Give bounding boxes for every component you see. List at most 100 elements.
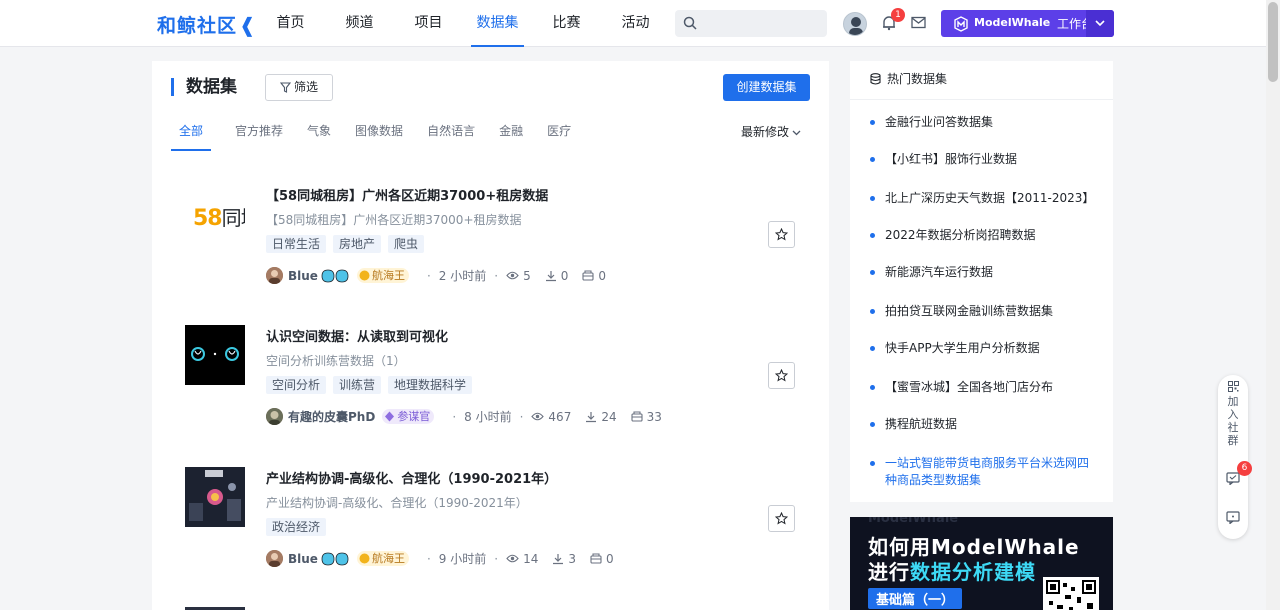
hot-dataset-link[interactable]: 携程航班数据 — [870, 416, 1095, 433]
scrollbar-thumb[interactable] — [1268, 2, 1278, 82]
banner-subheadline-prefix: 进行 — [868, 560, 910, 584]
user-rank-badge: 参谋官 — [382, 409, 435, 424]
user-rank-badge: 航海王 — [356, 551, 409, 566]
dataset-tag[interactable]: 空间分析 — [266, 376, 327, 394]
author-name[interactable]: Blue — [288, 269, 318, 283]
banner-subheadline-highlight: 数据分析建模 — [910, 560, 1036, 584]
tab-finance[interactable]: 金融 — [499, 119, 523, 151]
eye-icon — [506, 554, 519, 563]
modelwhale-separator: · — [1045, 14, 1049, 28]
dataset-tag[interactable]: 爬虫 — [388, 235, 425, 253]
page-scrollbar[interactable] — [1266, 0, 1280, 610]
filter-icon — [279, 82, 292, 93]
dataset-thumbnail[interactable] — [185, 325, 245, 385]
forks-count: 0 — [605, 551, 614, 566]
dataset-tag[interactable]: 政治经济 — [266, 518, 327, 536]
mail-icon[interactable] — [911, 16, 926, 29]
dataset-thumbnail[interactable] — [185, 467, 245, 527]
dataset-title[interactable]: 【58同城租房】广州各区近期37000+租房数据 — [266, 185, 548, 204]
qr-code-icon — [1227, 381, 1239, 392]
search-icon — [683, 16, 697, 30]
chevron-down-icon — [1095, 20, 1105, 27]
nav-channels[interactable]: 频道 — [325, 0, 394, 47]
hot-dataset-link[interactable]: 快手APP大学生用户分析数据 — [870, 340, 1095, 357]
meta-separator: · — [426, 268, 431, 283]
avatar-icon — [266, 267, 283, 284]
message-icon[interactable] — [1226, 472, 1240, 485]
sort-dropdown[interactable]: 最新修改 — [741, 123, 801, 140]
promo-banner[interactable]: ModelWhale 如何用ModelWhale 进行数据分析建模 基础篇（一） — [850, 517, 1113, 610]
dataset-list-item[interactable]: 认识空间数据：从读取到可视化 空间分析训练营数据（1） 空间分析 训练营 地理数… — [152, 325, 829, 467]
author-name[interactable]: Blue — [288, 552, 318, 566]
hot-dataset-link[interactable]: 金融行业问答数据集 — [870, 114, 1095, 131]
views-count: 467 — [548, 409, 572, 424]
main-nav: 首页 频道 项目 数据集 比赛 活动 — [256, 0, 670, 47]
star-button[interactable] — [768, 362, 795, 389]
updated-time: 2 小时前 — [438, 269, 487, 283]
nav-home[interactable]: 首页 — [256, 0, 325, 47]
star-button[interactable] — [768, 221, 795, 248]
forks-stat: 0 — [582, 269, 606, 283]
meta-separator: · — [494, 268, 499, 283]
avatar-icon — [849, 17, 863, 35]
tab-nlp[interactable]: 自然语言 — [427, 119, 475, 151]
hot-dataset-link[interactable]: 北上广深历史天气数据【2011-2023】 — [870, 190, 1095, 207]
modelwhale-workspace-button[interactable]: ModelWhale · 工作台 — [941, 10, 1114, 37]
dataset-tag[interactable]: 房地产 — [333, 235, 382, 253]
tab-image-data[interactable]: 图像数据 — [355, 119, 403, 151]
hot-dataset-link[interactable]: 一站式智能带货电商服务平台米选网四种商品类型数据集 — [870, 455, 1095, 489]
dataset-thumbnail[interactable]: 58同城 — [185, 186, 245, 246]
nav-events[interactable]: 活动 — [601, 0, 670, 47]
dataset-tag[interactable]: 地理数据科学 — [388, 376, 473, 394]
forks-count: 33 — [646, 409, 662, 424]
top-navigation-bar: 和鲸社区 ❰ 首页 频道 项目 数据集 比赛 活动 1 ModelWhale · … — [0, 0, 1266, 47]
whale-medal-icon — [321, 269, 349, 282]
create-dataset-button[interactable]: 创建数据集 — [723, 74, 810, 101]
nav-competitions[interactable]: 比赛 — [532, 0, 601, 47]
banner-level-tag: 基础篇（一） — [868, 588, 963, 609]
downloads-count: 24 — [601, 409, 617, 424]
updated-time: 8 小时前 — [464, 410, 512, 424]
author-avatar[interactable] — [266, 267, 283, 284]
thumb-logo-number: 58 — [193, 206, 223, 231]
site-logo[interactable]: 和鲸社区 ❰ — [157, 11, 257, 38]
hot-dataset-link[interactable]: 【小红书】服饰行业数据 — [870, 151, 1095, 168]
dataset-list-item[interactable]: 产业结构协调-高级化、合理化（1990-2021年） 产业结构协调-高级化、合理… — [152, 467, 829, 608]
dataset-title[interactable]: 认识空间数据：从读取到可视化 — [266, 326, 448, 345]
feedback-icon[interactable] — [1226, 511, 1240, 524]
tab-all[interactable]: 全部 — [171, 119, 212, 151]
nav-datasets[interactable]: 数据集 — [463, 0, 532, 47]
hot-dataset-link[interactable]: 拍拍贷互联网金融训练营数据集 — [870, 303, 1095, 320]
qr-code — [1043, 577, 1099, 610]
downloads-count: 0 — [560, 268, 569, 283]
nav-projects[interactable]: 项目 — [394, 0, 463, 47]
search-input[interactable] — [675, 10, 827, 37]
dataset-list-item[interactable]: 58同城 【58同城租房】广州各区近期37000+租房数据 【58同城租房】广州… — [152, 185, 829, 326]
tab-official[interactable]: 官方推荐 — [235, 119, 283, 151]
author-name[interactable]: 有趣的皮囊PhD — [288, 408, 375, 425]
downloads-stat: 3 — [552, 552, 576, 566]
dataset-thumbnail-image — [185, 467, 245, 527]
user-avatar[interactable] — [843, 12, 867, 36]
views-count: 5 — [523, 268, 531, 283]
tab-weather[interactable]: 气象 — [307, 119, 331, 151]
views-stat: 14 — [506, 552, 538, 566]
hot-dataset-link[interactable]: 新能源汽车运行数据 — [870, 264, 1095, 281]
hot-dataset-link[interactable]: 【蜜雪冰城】全国各地门店分布 — [870, 379, 1095, 396]
author-avatar[interactable] — [266, 550, 283, 567]
hot-dataset-link[interactable]: 2022年数据分析岗招聘数据 — [870, 227, 1095, 244]
database-icon — [870, 73, 881, 85]
dataset-tag[interactable]: 训练营 — [333, 376, 382, 394]
workspace-dropdown-toggle[interactable] — [1086, 10, 1114, 37]
dataset-title[interactable]: 产业结构协调-高级化、合理化（1990-2021年） — [266, 468, 557, 487]
filter-button[interactable]: 筛选 — [265, 74, 333, 101]
author-avatar[interactable] — [266, 408, 283, 425]
dataset-subtitle: 空间分析训练营数据（1） — [266, 354, 406, 368]
dataset-tags: 日常生活 房地产 爬虫 — [266, 235, 431, 253]
dataset-tag[interactable]: 日常生活 — [266, 235, 327, 253]
rank-icon — [359, 270, 370, 281]
star-button[interactable] — [768, 505, 795, 532]
tab-medical[interactable]: 医疗 — [547, 119, 571, 151]
user-rank-badge: 航海王 — [356, 268, 409, 283]
join-community-button[interactable]: 加入社群 — [1226, 381, 1240, 447]
